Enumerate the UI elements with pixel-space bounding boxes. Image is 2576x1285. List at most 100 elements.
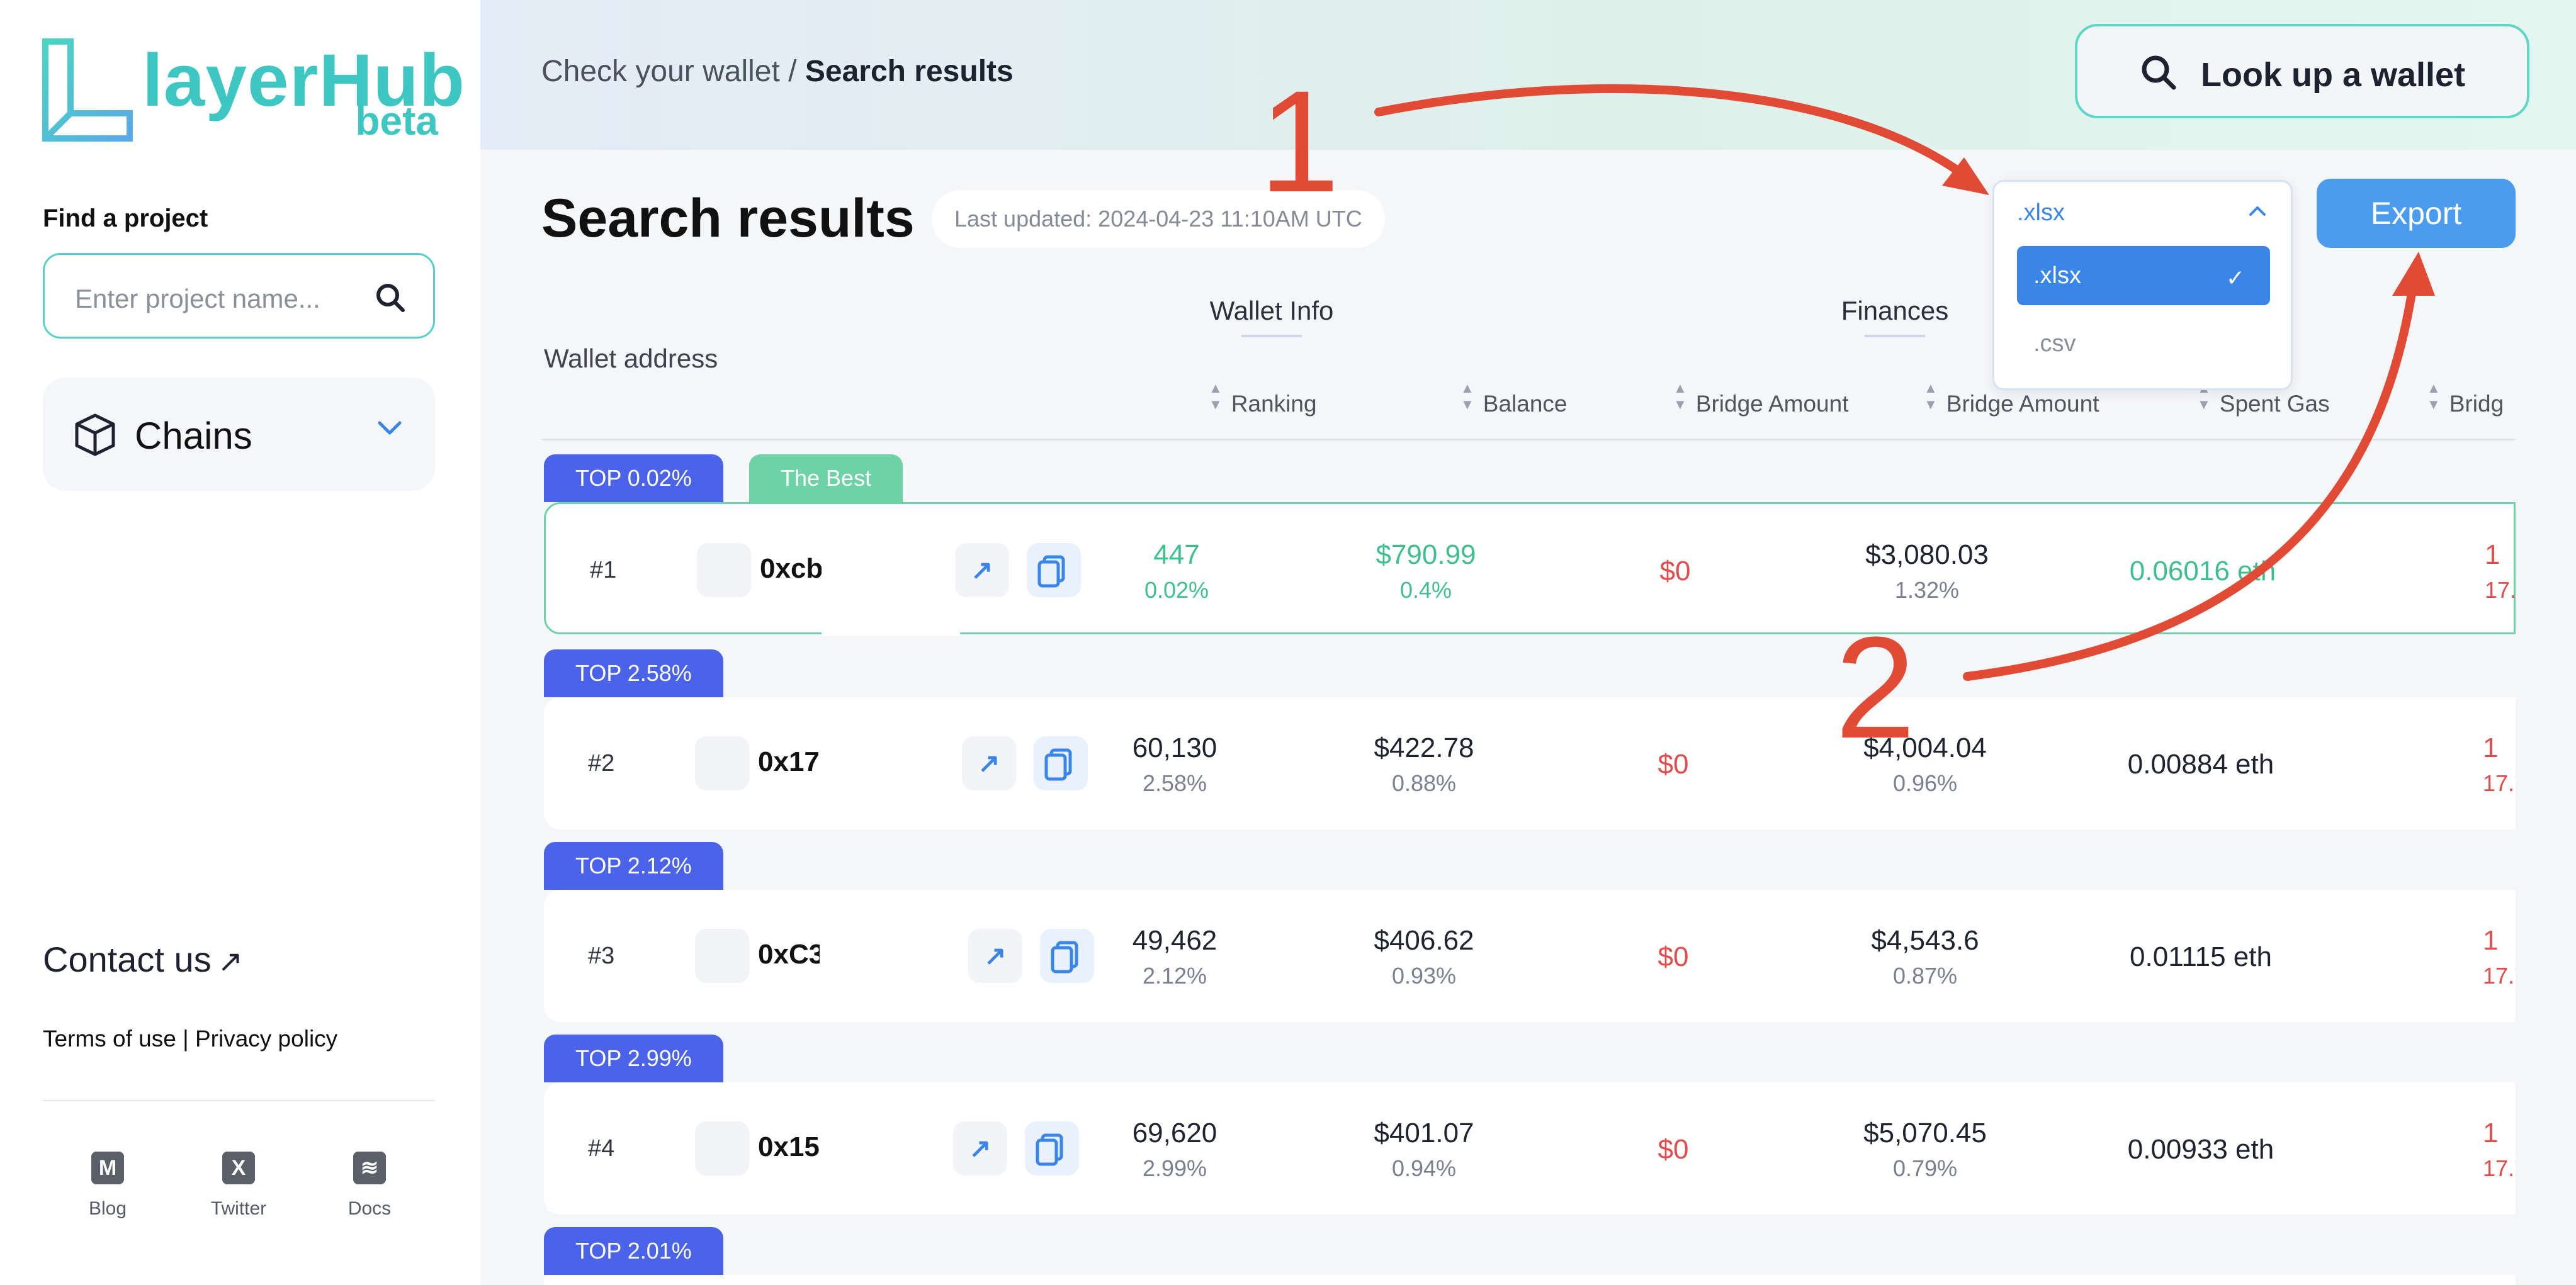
brand-tag: beta [355, 98, 438, 143]
table-row[interactable]: TOP 2.12% #3 0xC3 ↗ 49,462 2.12% $406.62 0… [541, 842, 2516, 1031]
column-bridge-partial[interactable]: ▲ ▼ Bridg [2427, 380, 2504, 417]
rank-number: #1 [590, 557, 617, 583]
group-wallet-info: Wallet Info [1196, 296, 1347, 337]
top-percent-badge: TOP 0.02% [544, 454, 723, 502]
chains-label: Chains [135, 415, 252, 457]
table-row[interactable]: TOP 0.02% The Best #1 0xcb ↗ 447 0.02% $7… [541, 454, 2516, 643]
open-link-icon[interactable]: ↗ [962, 736, 1016, 790]
check-icon: ✓ [2225, 265, 2245, 291]
row-card: #1 0xcb ↗ 447 0.02% $790.99 0.4% $0 $3,080… [544, 502, 2516, 636]
contact-us-link[interactable]: Contact us ↗ [43, 939, 243, 980]
breadcrumb-root[interactable]: Check your wallet [541, 55, 780, 88]
privacy-link[interactable]: Privacy policy [195, 1026, 337, 1052]
find-project-label: Find a project [43, 205, 208, 232]
column-bridge-amount[interactable]: ▲ ▼ Bridge Amount [1673, 380, 1849, 417]
ranking-cell: 69,620 2.99% [1132, 1118, 1217, 1181]
column-ranking[interactable]: ▲ ▼ Ranking [1209, 380, 1317, 417]
project-search-input[interactable]: Enter project name... [43, 253, 435, 339]
open-link-icon[interactable]: ↗ [953, 1121, 1007, 1176]
rank-number: #3 [588, 943, 615, 969]
open-link-icon[interactable]: ↗ [955, 543, 1009, 597]
copy-icon[interactable] [1040, 929, 1094, 983]
wallet-address[interactable]: 0xC3 [758, 939, 824, 970]
annotation-step-2: 2 [1835, 607, 1916, 768]
search-placeholder: Enter project name... [75, 284, 320, 313]
column-wallet-address: Wallet address [544, 344, 718, 373]
look-up-wallet-label: Look up a wallet [2201, 56, 2466, 94]
top-percent-badge: TOP 2.58% [544, 649, 723, 697]
wallet-address[interactable]: 0xcb [760, 553, 823, 585]
social-blog[interactable]: M Blog [70, 1152, 145, 1220]
bridge-amount-cell: $0 [1658, 1134, 1689, 1165]
table-row[interactable]: TOP 2.01% [541, 1227, 2516, 1285]
social-label: Blog [88, 1198, 127, 1219]
table-row[interactable]: TOP 2.58% #2 0x170 ↗ 60,130 2.58% $422.78… [541, 649, 2516, 838]
breadcrumb-separator: / [788, 55, 797, 88]
top-percent-badge: TOP 2.99% [544, 1035, 723, 1082]
spent-gas-cell: 0.00884 eth [2127, 749, 2274, 780]
social-label: Twitter [210, 1198, 267, 1219]
open-link-icon[interactable]: ↗ [968, 929, 1022, 983]
row-card: #3 0xC3 ↗ 49,462 2.12% $406.62 0.93% $0 $4… [544, 890, 2516, 1022]
sidebar: layerHub beta Find a project Enter proje… [0, 0, 480, 1285]
sort-icon: ▲▼ [1924, 380, 1938, 412]
balance-cell: $790.99 0.4% [1376, 539, 1476, 603]
the-best-badge: The Best [749, 454, 903, 502]
annotation-step-1: 1 [1259, 60, 1340, 222]
bridge-amount-2-cell: $3,080.03 1.32% [1865, 539, 1989, 603]
docs-icon: ≋ [353, 1152, 386, 1184]
partial-cell: 117.7 [2483, 925, 2516, 989]
partial-cell: 117.7 [2485, 539, 2516, 603]
balance-cell: $401.07 0.94% [1374, 1118, 1474, 1181]
sort-icon: ▲▼ [1209, 380, 1223, 412]
ranking-cell: 447 0.02% [1144, 539, 1209, 603]
partial-cell: 117.7 [2483, 732, 2516, 796]
look-up-wallet-button[interactable]: Look up a wallet [2075, 24, 2529, 118]
bridge-amount-cell: $0 [1658, 749, 1689, 780]
row-card [544, 1275, 2516, 1285]
terms-link[interactable]: Terms of use [43, 1026, 176, 1052]
bridge-amount-cell: $0 [1659, 556, 1691, 586]
bridge-amount-2-cell: $5,070.45 0.79% [1863, 1118, 1987, 1181]
row-card: #4 0x158 ↗ 69,620 2.99% $401.07 0.94% $0 $… [544, 1082, 2516, 1215]
chevron-up-icon [2249, 206, 2266, 216]
top-percent-badge: TOP 2.12% [544, 842, 723, 890]
ranking-cell: 49,462 2.12% [1132, 925, 1217, 989]
external-arrow-icon: ↗ [217, 945, 243, 979]
copy-icon[interactable] [1025, 1121, 1079, 1176]
column-balance[interactable]: ▲ ▼ Balance [1460, 380, 1568, 417]
format-option-xlsx[interactable]: .xlsx ✓ [2017, 246, 2270, 305]
group-label: Finances [1841, 296, 1949, 325]
ranking-cell: 60,130 2.58% [1132, 732, 1217, 796]
balance-cell: $406.62 0.93% [1374, 925, 1474, 989]
export-format-select[interactable]: .xlsx .xlsx ✓ .csv [1992, 180, 2293, 390]
breadcrumb-current: Search results [805, 55, 1014, 88]
redaction-mask [820, 890, 958, 1022]
redaction-mask [820, 1082, 958, 1215]
copy-icon[interactable] [1027, 543, 1081, 597]
table-row[interactable]: TOP 2.99% #4 0x158 ↗ 69,620 2.99% $401.07… [541, 1035, 2516, 1223]
wallet-icon [695, 929, 749, 983]
sort-icon: ▲▼ [1460, 380, 1474, 412]
logo[interactable]: layerHub beta [42, 38, 465, 145]
rank-number: #4 [588, 1135, 615, 1162]
format-option-csv[interactable]: .csv [2033, 330, 2076, 357]
option-label: .xlsx [2033, 262, 2081, 289]
divider [43, 1100, 435, 1101]
social-docs[interactable]: ≋ Docs [332, 1152, 407, 1220]
row-card: #2 0x170 ↗ 60,130 2.58% $422.78 0.88% $0 $… [544, 697, 2516, 829]
bridge-amount-cell: $0 [1658, 941, 1689, 972]
chevron-down-icon [378, 421, 402, 435]
export-button[interactable]: Export [2317, 179, 2516, 248]
spent-gas-cell: 0.00933 eth [2127, 1134, 2274, 1165]
copy-icon[interactable] [1034, 736, 1088, 790]
social-label: Docs [347, 1198, 392, 1219]
medium-icon: M [91, 1152, 124, 1184]
search-icon[interactable] [374, 281, 407, 314]
results-table: Wallet Info Finances Wallet address ▲ ▼ Ra… [541, 273, 2516, 1285]
social-twitter[interactable]: X Twitter [201, 1152, 276, 1220]
balance-cell: $422.78 0.88% [1374, 732, 1474, 796]
chains-dropdown[interactable]: Chains [43, 378, 435, 491]
legal-separator: | [183, 1026, 189, 1052]
bridge-amount-2-cell: $4,543.6 0.87% [1871, 925, 1979, 989]
